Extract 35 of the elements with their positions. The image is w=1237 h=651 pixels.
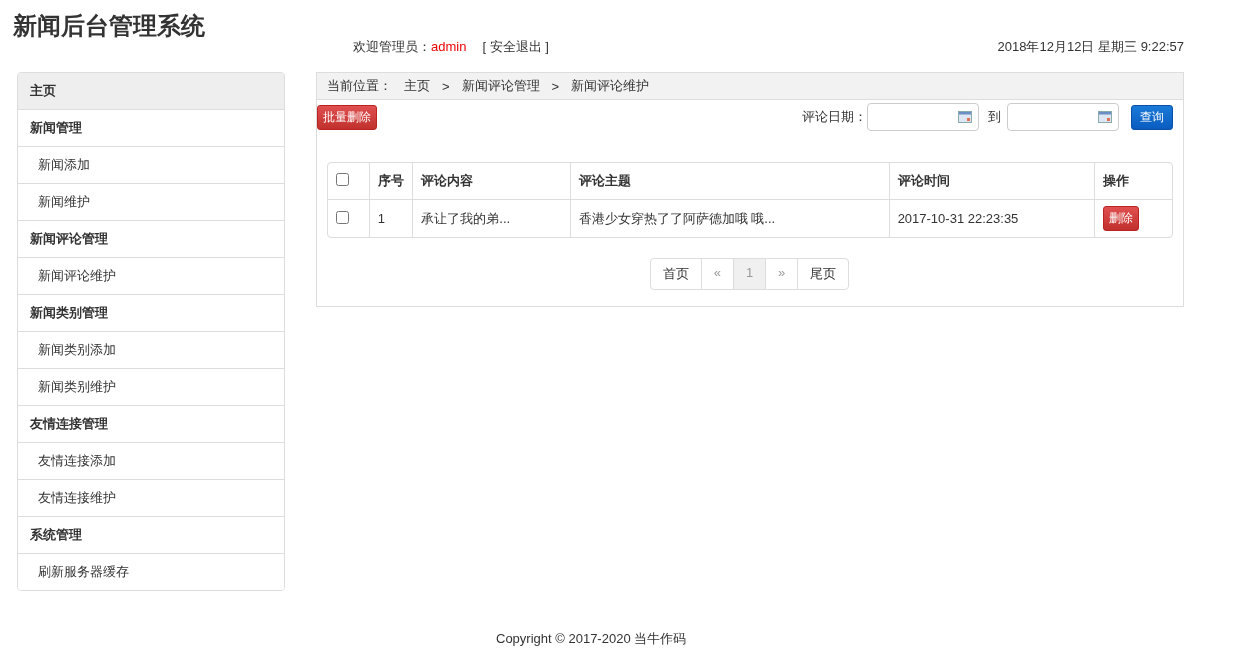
table-cell: 2017-10-31 22:23:35 (888, 199, 1094, 237)
table-cell: 1 (368, 199, 413, 237)
table-cell: 香港少女穿热了了阿萨德加哦 哦... (569, 199, 889, 237)
calendar-icon[interactable] (1098, 111, 1112, 123)
end-date-field[interactable] (1007, 103, 1119, 131)
table-cell: 承让了我的弟... (412, 199, 570, 237)
column-header: 评论主题 (569, 163, 889, 199)
column-header: 操作 (1093, 163, 1172, 199)
select-all-checkbox[interactable] (336, 173, 349, 186)
breadcrumb-item[interactable]: 新闻评论维护 (571, 77, 650, 95)
calendar-icon[interactable] (958, 111, 972, 123)
breadcrumb-item[interactable]: 新闻评论管理 (461, 77, 540, 95)
copyright-text: Copyright © 2017-2020 当牛作码 (496, 631, 687, 646)
breadcrumb-separator: > (551, 78, 560, 94)
row-checkbox[interactable] (336, 210, 349, 224)
menu-section-item[interactable]: 主页 (18, 73, 284, 109)
menu-item[interactable]: 刷新服务器缓存 (18, 553, 284, 590)
datetime-text: 2018年12月12日 星期三 9:22:57 (997, 38, 1184, 56)
column-header: 评论时间 (888, 163, 1094, 199)
breadcrumb-label: 当前位置： (327, 77, 392, 95)
breadcrumb-separator: > (442, 78, 450, 94)
delete-button[interactable]: 删除 (1102, 206, 1139, 231)
app-title: 新闻后台管理系统 (13, 11, 205, 41)
welcome-text: 欢迎管理员：admin (353, 38, 467, 56)
pagination-link[interactable]: 尾页 (797, 258, 850, 290)
to-label: 到 (988, 108, 1001, 126)
logout-link[interactable]: [ 安全退出 ] (482, 39, 549, 54)
column-header: 序号 (368, 163, 413, 199)
breadcrumb-item[interactable]: 主页 (404, 77, 430, 95)
pagination-link[interactable]: 首页 (649, 258, 702, 290)
start-date-field[interactable] (867, 103, 979, 131)
batch-delete-button[interactable]: 批量删除 (317, 104, 377, 130)
column-header: 评论内容 (412, 163, 570, 199)
search-button[interactable]: 查询 (1131, 104, 1173, 130)
date-label: 评论日期： (802, 108, 867, 126)
